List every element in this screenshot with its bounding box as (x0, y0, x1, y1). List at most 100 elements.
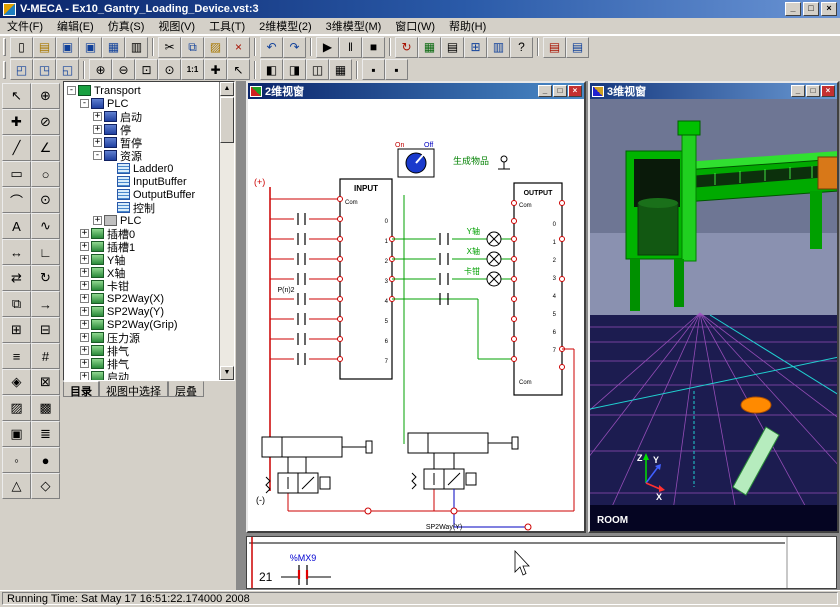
zoom-fit-button[interactable]: ⊙ (158, 59, 181, 80)
menu-item[interactable]: 仿真(S) (101, 17, 152, 35)
scene-3d-canvas[interactable]: Z Y X ROOM (590, 99, 837, 531)
node-tool-icon[interactable]: ◦ (2, 447, 31, 473)
tree-expander[interactable]: + (80, 372, 89, 381)
open-file-button[interactable]: ▤ (33, 37, 56, 58)
workpiece[interactable] (741, 397, 771, 413)
scrollbar-thumb[interactable] (220, 97, 234, 143)
scroll-down-icon[interactable]: ▼ (220, 366, 234, 380)
save-button[interactable]: ▣ (56, 37, 79, 58)
toolbar-grip[interactable] (3, 38, 6, 56)
spline-tool-icon[interactable]: ∿ (31, 213, 60, 239)
redo-button[interactable]: ↷ (283, 37, 306, 58)
tree-expander[interactable]: + (80, 333, 89, 342)
menu-item[interactable]: 工具(T) (202, 17, 252, 35)
toolbar-grip[interactable] (3, 61, 6, 79)
new-3d-window-button[interactable]: ◳ (33, 59, 56, 80)
hatch-tool-icon[interactable]: ▩ (31, 395, 60, 421)
duplicate-tool-icon[interactable]: ⧉ (2, 291, 31, 317)
new-ladder-window-button[interactable]: ◱ (56, 59, 79, 80)
input-block[interactable]: INPUT Com 0 1 2 3 4 5 6 7 (338, 179, 395, 379)
select-pointer-button[interactable]: ↖ (227, 59, 250, 80)
tree-item[interactable]: + X轴 (65, 266, 218, 279)
ungroup-tool-icon[interactable]: ⊟ (31, 317, 60, 343)
fill-tool-icon[interactable]: ▨ (2, 395, 31, 421)
print-button[interactable]: ▥ (125, 37, 148, 58)
tree-expander[interactable]: + (80, 307, 89, 316)
tree-expander[interactable]: - (67, 86, 76, 95)
window-3d-titlebar[interactable]: 3维视窗 _ □ × (590, 83, 837, 99)
tree-expander[interactable]: + (93, 112, 102, 121)
copy-button[interactable]: ⧉ (181, 37, 204, 58)
minimize-button[interactable]: _ (785, 2, 801, 16)
tree-item[interactable]: Ladder0 (65, 162, 218, 175)
tree-item[interactable]: + 插槽1 (65, 240, 218, 253)
save-as-button[interactable]: ▣ (79, 37, 102, 58)
tree-expander[interactable]: - (93, 151, 102, 160)
group-tool-icon[interactable]: ⊞ (2, 317, 31, 343)
diamond-tool-icon[interactable]: ◇ (31, 473, 60, 499)
angle-tool-icon[interactable]: ∟ (31, 239, 60, 265)
zoom-in-button[interactable]: ⊕ (89, 59, 112, 80)
tree-item[interactable]: + 启动 (65, 110, 218, 123)
close-button[interactable]: × (821, 2, 837, 16)
snap-tool-icon[interactable]: ◈ (2, 369, 31, 395)
select-tool-icon[interactable]: ↖ (2, 83, 31, 109)
paste-button[interactable]: ▨ (204, 37, 227, 58)
tree-item[interactable]: + 插槽0 (65, 227, 218, 240)
grid-tool-icon[interactable]: # (31, 343, 60, 369)
tree-scrollbar[interactable]: ▲ ▼ (219, 82, 234, 380)
valve-2[interactable] (412, 453, 476, 489)
tree-expander[interactable]: + (93, 125, 102, 134)
layers-tool-icon[interactable]: ≡ (2, 343, 31, 369)
line-tool-icon[interactable]: ╱ (2, 135, 31, 161)
properties-tool-icon[interactable]: ≣ (31, 421, 60, 447)
marker-small-button-2[interactable]: ▪ (385, 59, 408, 80)
menu-item[interactable]: 文件(F) (0, 17, 50, 35)
zoom-actual-button[interactable]: 1:1 (181, 59, 204, 80)
reference-book-button[interactable]: ▤ (566, 37, 589, 58)
output-block[interactable]: OUTPUT Com Com 0 1 2 3 4 5 6 7 (512, 183, 565, 395)
tree-tab[interactable]: 层叠 (168, 381, 204, 397)
tree-item[interactable]: 控制 (65, 201, 218, 214)
marker-small-button[interactable]: ▪ (362, 59, 385, 80)
tree-expander[interactable]: + (80, 229, 89, 238)
maximize-button[interactable]: □ (803, 2, 819, 16)
text-tool-icon[interactable]: A (2, 213, 31, 239)
menu-item[interactable]: 3维模型(M) (319, 17, 389, 35)
lock-tool-icon[interactable]: ⊠ (31, 369, 60, 395)
tree-expander[interactable]: + (80, 320, 89, 329)
view-layout-grid-button[interactable]: ▦ (329, 59, 352, 80)
cut-button[interactable]: ✂ (158, 37, 181, 58)
pan-button[interactable]: ✚ (204, 59, 227, 80)
reset-button[interactable]: ↻ (395, 37, 418, 58)
monitor-window-button[interactable]: ⊞ (464, 37, 487, 58)
valve-1[interactable] (266, 457, 330, 493)
tree-tab[interactable]: 视图中选择 (99, 381, 168, 397)
ellipse-tool-icon[interactable]: ⊙ (31, 187, 60, 213)
window-3d-close-button[interactable]: × (821, 85, 835, 97)
undo-button[interactable]: ↶ (260, 37, 283, 58)
window-3d-restore-button[interactable]: □ (806, 85, 820, 97)
menu-item[interactable]: 2维模型(2) (252, 17, 319, 35)
tree-expander[interactable]: + (80, 281, 89, 290)
window-2d-minimize-button[interactable]: _ (538, 85, 552, 97)
circle-tool-icon[interactable]: ○ (31, 161, 60, 187)
context-help-button[interactable]: ? (510, 37, 533, 58)
stop-simulation-button[interactable]: ■ (362, 37, 385, 58)
tree-expander[interactable]: + (80, 242, 89, 251)
tree-item[interactable]: + 启动 (65, 370, 218, 381)
tree-item[interactable]: + SP2Way(Grip) (65, 318, 218, 331)
pneumatic-cylinder-1[interactable] (262, 437, 372, 457)
menu-item[interactable]: 视图(V) (151, 17, 202, 35)
rect-tool-icon[interactable]: ▭ (2, 161, 31, 187)
view-layout-split-button[interactable]: ◫ (306, 59, 329, 80)
new-2d-window-button[interactable]: ◰ (10, 59, 33, 80)
tree-item[interactable]: + SP2Way(X) (65, 292, 218, 305)
tree-expander[interactable]: + (93, 138, 102, 147)
arc-tool-icon[interactable]: ⌒ (2, 187, 31, 213)
tree-expander[interactable]: + (80, 359, 89, 368)
tree-item[interactable]: + 卡钳 (65, 279, 218, 292)
generate-item-button[interactable]: 生成物品 (453, 155, 510, 169)
ladder-window-button[interactable]: ▦ (418, 37, 441, 58)
tree-tab[interactable]: 目录 (63, 381, 99, 397)
